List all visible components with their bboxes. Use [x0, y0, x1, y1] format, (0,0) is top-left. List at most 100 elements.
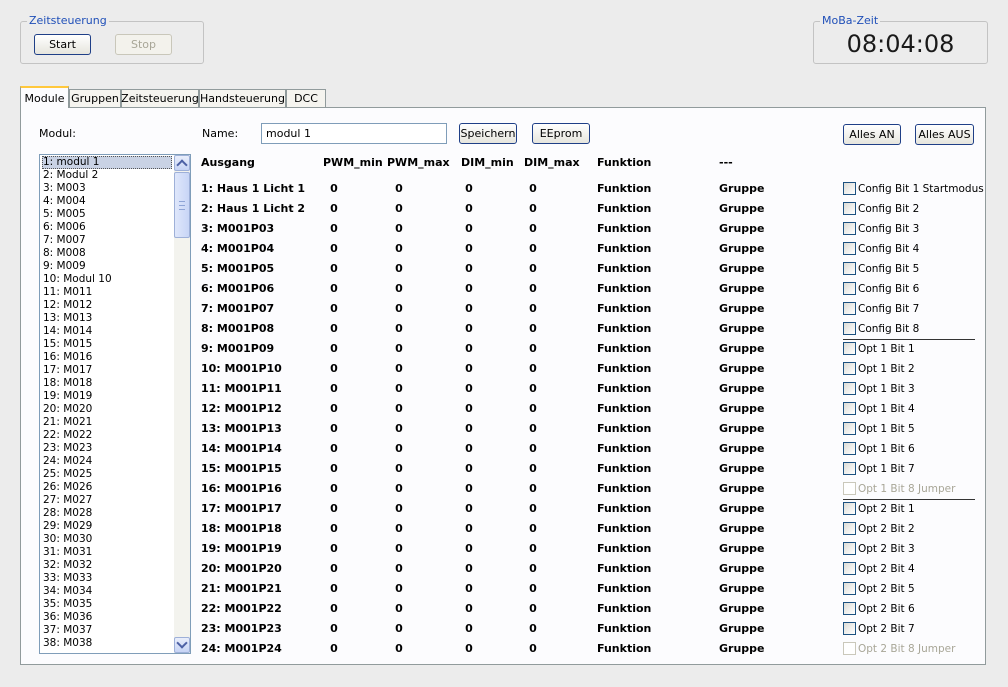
save-button[interactable]: Speichern: [459, 123, 517, 144]
output-pwm-max[interactable]: 0: [389, 242, 409, 255]
output-dim-min[interactable]: 0: [459, 542, 479, 555]
config-bit-checkbox[interactable]: Config Bit 3: [843, 222, 983, 242]
output-gruppe[interactable]: Gruppe: [719, 622, 765, 635]
config-bit-checkbox[interactable]: Opt 1 Bit 5: [843, 422, 983, 442]
config-bit-checkbox[interactable]: Config Bit 6: [843, 282, 983, 302]
output-gruppe[interactable]: Gruppe: [719, 462, 765, 475]
output-pwm-min[interactable]: 0: [324, 302, 344, 315]
output-pwm-min[interactable]: 0: [324, 422, 344, 435]
list-item[interactable]: 13: M013: [42, 312, 172, 325]
list-item[interactable]: 33: M033: [42, 572, 172, 585]
output-name[interactable]: 17: M001P17: [201, 502, 282, 515]
output-name[interactable]: 7: M001P07: [201, 302, 274, 315]
config-bit-checkbox[interactable]: Config Bit 5: [843, 262, 983, 282]
output-gruppe[interactable]: Gruppe: [719, 202, 765, 215]
output-dim-max[interactable]: 0: [523, 582, 543, 595]
output-gruppe[interactable]: Gruppe: [719, 582, 765, 595]
output-gruppe[interactable]: Gruppe: [719, 282, 765, 295]
checkbox-box[interactable]: [843, 622, 856, 635]
output-funktion[interactable]: Funktion: [597, 502, 651, 515]
output-dim-min[interactable]: 0: [459, 622, 479, 635]
output-funktion[interactable]: Funktion: [597, 262, 651, 275]
list-item[interactable]: 24: M024: [42, 455, 172, 468]
output-name[interactable]: 6: M001P06: [201, 282, 274, 295]
output-gruppe[interactable]: Gruppe: [719, 222, 765, 235]
output-dim-max[interactable]: 0: [523, 282, 543, 295]
all-off-button[interactable]: Alles AUS: [915, 124, 974, 145]
output-dim-min[interactable]: 0: [459, 422, 479, 435]
config-bit-checkbox[interactable]: Opt 2 Bit 7: [843, 622, 983, 642]
tab-zeitsteuerung[interactable]: Zeitsteuerung: [121, 89, 199, 107]
list-item[interactable]: 5: M005: [42, 208, 172, 221]
output-pwm-max[interactable]: 0: [389, 182, 409, 195]
config-bit-checkbox[interactable]: Opt 2 Bit 6: [843, 602, 983, 622]
output-dim-min[interactable]: 0: [459, 222, 479, 235]
output-pwm-min[interactable]: 0: [324, 602, 344, 615]
output-name[interactable]: 18: M001P18: [201, 522, 282, 535]
output-dim-max[interactable]: 0: [523, 622, 543, 635]
output-pwm-max[interactable]: 0: [389, 602, 409, 615]
output-dim-max[interactable]: 0: [523, 562, 543, 575]
config-bit-checkbox[interactable]: Config Bit 4: [843, 242, 983, 262]
output-pwm-min[interactable]: 0: [324, 482, 344, 495]
output-pwm-max[interactable]: 0: [389, 442, 409, 455]
output-dim-min[interactable]: 0: [459, 402, 479, 415]
output-dim-min[interactable]: 0: [459, 362, 479, 375]
output-dim-min[interactable]: 0: [459, 642, 479, 655]
output-dim-max[interactable]: 0: [523, 202, 543, 215]
output-gruppe[interactable]: Gruppe: [719, 322, 765, 335]
config-bit-checkbox[interactable]: Opt 2 Bit 1: [843, 502, 983, 522]
output-pwm-min[interactable]: 0: [324, 642, 344, 655]
output-funktion[interactable]: Funktion: [597, 382, 651, 395]
config-bit-checkbox[interactable]: Opt 1 Bit 1: [843, 342, 983, 362]
output-pwm-min[interactable]: 0: [324, 402, 344, 415]
output-pwm-max[interactable]: 0: [389, 502, 409, 515]
list-item[interactable]: 35: M035: [42, 598, 172, 611]
output-name[interactable]: 12: M001P12: [201, 402, 282, 415]
output-name[interactable]: 11: M001P11: [201, 382, 282, 395]
config-bit-checkbox[interactable]: Opt 1 Bit 4: [843, 402, 983, 422]
list-item[interactable]: 26: M026: [42, 481, 172, 494]
checkbox-box[interactable]: [843, 462, 856, 475]
checkbox-box[interactable]: [843, 562, 856, 575]
output-dim-min[interactable]: 0: [459, 462, 479, 475]
output-pwm-max[interactable]: 0: [389, 562, 409, 575]
checkbox-box[interactable]: [843, 362, 856, 375]
output-gruppe[interactable]: Gruppe: [719, 302, 765, 315]
output-funktion[interactable]: Funktion: [597, 302, 651, 315]
list-item[interactable]: 20: M020: [42, 403, 172, 416]
output-dim-min[interactable]: 0: [459, 302, 479, 315]
output-dim-max[interactable]: 0: [523, 342, 543, 355]
output-gruppe[interactable]: Gruppe: [719, 542, 765, 555]
list-item[interactable]: 31: M031: [42, 546, 172, 559]
checkbox-box[interactable]: [843, 522, 856, 535]
output-dim-min[interactable]: 0: [459, 582, 479, 595]
config-bit-checkbox[interactable]: Opt 1 Bit 2: [843, 362, 983, 382]
list-item[interactable]: 1: modul 1: [42, 156, 172, 169]
output-pwm-min[interactable]: 0: [324, 502, 344, 515]
output-dim-max[interactable]: 0: [523, 602, 543, 615]
output-dim-min[interactable]: 0: [459, 522, 479, 535]
output-pwm-min[interactable]: 0: [324, 442, 344, 455]
list-item[interactable]: 2: Modul 2: [42, 169, 172, 182]
output-pwm-min[interactable]: 0: [324, 582, 344, 595]
output-name[interactable]: 5: M001P05: [201, 262, 274, 275]
output-funktion[interactable]: Funktion: [597, 522, 651, 535]
list-item[interactable]: 3: M003: [42, 182, 172, 195]
checkbox-box[interactable]: [843, 262, 856, 275]
all-on-button[interactable]: Alles AN: [843, 124, 901, 145]
output-dim-max[interactable]: 0: [523, 422, 543, 435]
output-name[interactable]: 3: M001P03: [201, 222, 274, 235]
list-item[interactable]: 8: M008: [42, 247, 172, 260]
output-funktion[interactable]: Funktion: [597, 462, 651, 475]
output-pwm-max[interactable]: 0: [389, 482, 409, 495]
output-gruppe[interactable]: Gruppe: [719, 502, 765, 515]
output-dim-max[interactable]: 0: [523, 402, 543, 415]
list-item[interactable]: 14: M014: [42, 325, 172, 338]
output-funktion[interactable]: Funktion: [597, 542, 651, 555]
list-item[interactable]: 34: M034: [42, 585, 172, 598]
output-dim-max[interactable]: 0: [523, 442, 543, 455]
output-gruppe[interactable]: Gruppe: [719, 242, 765, 255]
output-dim-min[interactable]: 0: [459, 442, 479, 455]
output-name[interactable]: 24: M001P24: [201, 642, 282, 655]
